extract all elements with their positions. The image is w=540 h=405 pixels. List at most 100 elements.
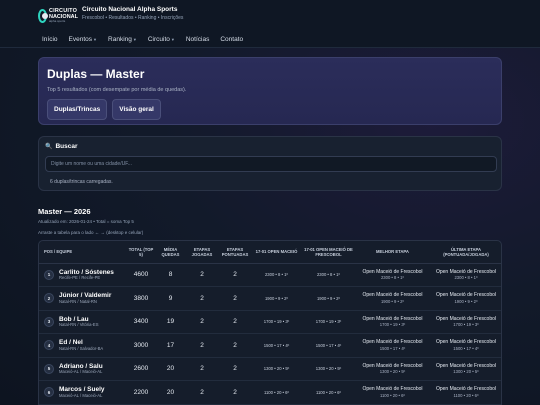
stage-info: 2300 • 8 • 1º: [380, 275, 405, 281]
stage-info: 2300 • 8 • 1º: [454, 275, 478, 281]
stage-info: 1900 • 9 • 2º: [380, 298, 405, 304]
nav-item-circuito[interactable]: Circuito ▼: [148, 36, 175, 43]
search-card: 🔍 Buscar Digite um nome ou uma cidade/UF…: [38, 136, 502, 191]
team-cell: 3 Bob / Lau Natal-RN / Vitória-ES: [39, 310, 127, 334]
total-cell: 3400: [127, 310, 155, 334]
page-description: Top 5 resultados (com desempate por médi…: [47, 87, 187, 93]
pontuadas-cell: 2: [218, 310, 252, 334]
stage-name: Open Maceió de Frescobol: [362, 362, 423, 369]
col-etapas-jogadas[interactable]: ETAPAS JOGADAS: [186, 241, 218, 264]
stage-info: 1300 • 20 • 5º: [379, 369, 406, 375]
rank-badge: 2: [44, 293, 54, 304]
ultima-etapa-cell: Open Maceió de Frescobol 1900 • 9 • 2º: [429, 286, 501, 311]
team-city: Natal-RN / Natal-RN: [59, 298, 97, 304]
jogadas-cell: 2: [186, 333, 218, 358]
total-cell: 3000: [127, 333, 155, 358]
open-frescobol-cell: 1700 • 19 • 3º: [301, 310, 356, 334]
rank-badge: 4: [44, 340, 54, 351]
team-city: Maceió-AL / Maceió-AL: [59, 392, 103, 398]
ultima-etapa-cell: Open Maceió de Frescobol 1300 • 20 • 5º: [429, 357, 501, 381]
table-row[interactable]: 2 Júnior / Valdemir Natal-RN / Natal-RN 380…: [39, 286, 501, 311]
open-maceio-cell: 2300 • 8 • 1º: [252, 263, 301, 287]
melhor-etapa-cell: Open Maceió de Frescobol 1300 • 20 • 5º: [356, 357, 429, 381]
stage-info: 1300 • 20 • 5º: [453, 369, 479, 375]
ultima-etapa-cell: Open Maceió de Frescobol 1100 • 20 • 6º: [429, 380, 501, 405]
col-ultima-etapa[interactable]: ÚLTIMA ETAPA (PONTUADA/JOGADA): [429, 241, 501, 264]
col-open-maceio[interactable]: 17-01 OPEN MACEIÓ: [252, 241, 301, 264]
stage-info: 1700 • 19 • 3º: [453, 322, 479, 328]
media-cell: 19: [155, 310, 186, 334]
col-total[interactable]: TOTAL (TOP 5): [127, 241, 155, 264]
pontuadas-cell: 2: [218, 286, 252, 311]
team-city: Maceió-AL / Maceió-AL: [59, 369, 103, 375]
rank-badge: 5: [44, 363, 54, 374]
duplas-trincas-button[interactable]: Duplas/Trincas: [47, 99, 108, 120]
nav-item-eventos[interactable]: Eventos ▼: [69, 36, 97, 43]
col-pos-equipe[interactable]: POS / EQUIPE: [39, 241, 127, 264]
col-etapas-pontuadas[interactable]: ETAPAS PONTUADAS: [218, 241, 252, 264]
col-melhor-etapa[interactable]: MELHOR ETAPA: [356, 241, 429, 264]
media-cell: 17: [155, 333, 186, 358]
rank-badge: 1: [44, 269, 54, 280]
nav-item-ranking[interactable]: Ranking ▼: [108, 36, 137, 43]
stage-name: Open Maceió de Frescobol: [362, 339, 423, 346]
open-frescobol-cell: 1100 • 20 • 6º: [301, 380, 356, 405]
media-cell: 20: [155, 357, 186, 381]
table-row[interactable]: 3 Bob / Lau Natal-RN / Vitória-ES 3400 19 2 2 1…: [39, 310, 501, 334]
stage-name: Open Maceió de Frescobol: [435, 362, 497, 369]
stage-info: 1900 • 9 • 2º: [454, 298, 478, 304]
open-frescobol-cell: 1500 • 17 • 4º: [301, 333, 356, 358]
melhor-etapa-cell: Open Maceió de Frescobol 1700 • 19 • 3º: [356, 310, 429, 334]
stage-info: 1100 • 20 • 6º: [453, 392, 479, 398]
table-row[interactable]: 6 Marcos / Suely Maceió-AL / Maceió-AL 2200…: [39, 380, 501, 405]
total-cell: 2600: [127, 357, 155, 381]
total-cell: 3800: [127, 286, 155, 311]
stage-info: 1500 • 17 • 4º: [453, 345, 479, 351]
section-meta: Atualizado em: 2026-01-24 • Total = soma…: [38, 219, 134, 224]
team-city: Natal-RN / Vitória-ES: [59, 322, 99, 328]
search-input[interactable]: Digite um nome ou uma cidade/UF...: [45, 156, 497, 172]
section-title: Master — 2026: [38, 207, 91, 216]
ball-icon: [38, 9, 48, 23]
brand-block: Circuito Nacional Alpha Sports Frescobol…: [82, 6, 183, 21]
ranking-table[interactable]: POS / EQUIPE TOTAL (TOP 5) MÉDIA QUEDAS …: [38, 240, 502, 405]
table-row[interactable]: 5 Adriano / Salu Maceió-AL / Maceió-AL 2600…: [39, 357, 501, 381]
table-row[interactable]: 1 Carlito / Sóstenes Recife-PE / Recife-PE…: [39, 263, 501, 287]
team-city: Recife-PE / Recife-PE: [59, 275, 101, 281]
table-header-row: POS / EQUIPE TOTAL (TOP 5) MÉDIA QUEDAS …: [39, 241, 501, 264]
table-row[interactable]: 4 Ed / Nel Natal-RN / Salvador-BA 3000 17 2 2 1…: [39, 333, 501, 358]
open-frescobol-cell: 2300 • 8 • 1º: [301, 263, 356, 287]
open-frescobol-cell: 1300 • 20 • 5º: [301, 357, 356, 381]
open-frescobol-cell: 1900 • 9 • 2º: [301, 286, 356, 311]
nav-item-noticias[interactable]: Notícias: [186, 36, 209, 43]
stage-info: 1100 • 20 • 6º: [379, 392, 406, 398]
pontuadas-cell: 2: [218, 380, 252, 405]
team-cell: 6 Marcos / Suely Maceió-AL / Maceió-AL: [39, 380, 127, 405]
team-cell: 2 Júnior / Valdemir Natal-RN / Natal-RN: [39, 286, 127, 311]
pontuadas-cell: 2: [218, 333, 252, 358]
team-cell: 1 Carlito / Sóstenes Recife-PE / Recife-PE: [39, 263, 127, 287]
team-cell: 4 Ed / Nel Natal-RN / Salvador-BA: [39, 333, 127, 358]
magnifier-icon: 🔍: [45, 144, 53, 150]
site-logo[interactable]: CIRCUITO NACIONAL alpha sports: [38, 4, 78, 28]
stage-info: 1500 • 17 • 4º: [379, 345, 406, 351]
jogadas-cell: 2: [186, 380, 218, 405]
visao-geral-button[interactable]: Visão geral: [112, 99, 161, 120]
main-nav: Início Eventos ▼ Ranking ▼ Circuito ▼ Notíc…: [0, 32, 540, 48]
nav-item-inicio[interactable]: Início: [42, 36, 58, 43]
caret-down-icon: ▼: [170, 37, 175, 42]
media-cell: 20: [155, 380, 186, 405]
ultima-etapa-cell: Open Maceió de Frescobol 1700 • 19 • 3º: [429, 310, 501, 334]
nav-item-contato[interactable]: Contato: [220, 36, 243, 43]
col-open-maceio-frescobol[interactable]: 17-01 OPEN MACEIÓ DE FRESCOBOL: [301, 241, 356, 264]
open-maceio-cell: 1100 • 20 • 6º: [252, 380, 301, 405]
stage-name: Open Maceió de Frescobol: [362, 386, 423, 393]
page-title: Duplas — Master: [47, 67, 145, 81]
stage-name: Open Maceió de Frescobol: [362, 292, 423, 299]
open-maceio-cell: 1700 • 19 • 3º: [252, 310, 301, 334]
col-media-quedas[interactable]: MÉDIA QUEDAS: [155, 241, 186, 264]
ultima-etapa-cell: Open Maceió de Frescobol 2300 • 8 • 1º: [429, 263, 501, 287]
stage-name: Open Maceió de Frescobol: [362, 268, 423, 275]
caret-down-icon: ▼: [93, 37, 98, 42]
pontuadas-cell: 2: [218, 263, 252, 287]
